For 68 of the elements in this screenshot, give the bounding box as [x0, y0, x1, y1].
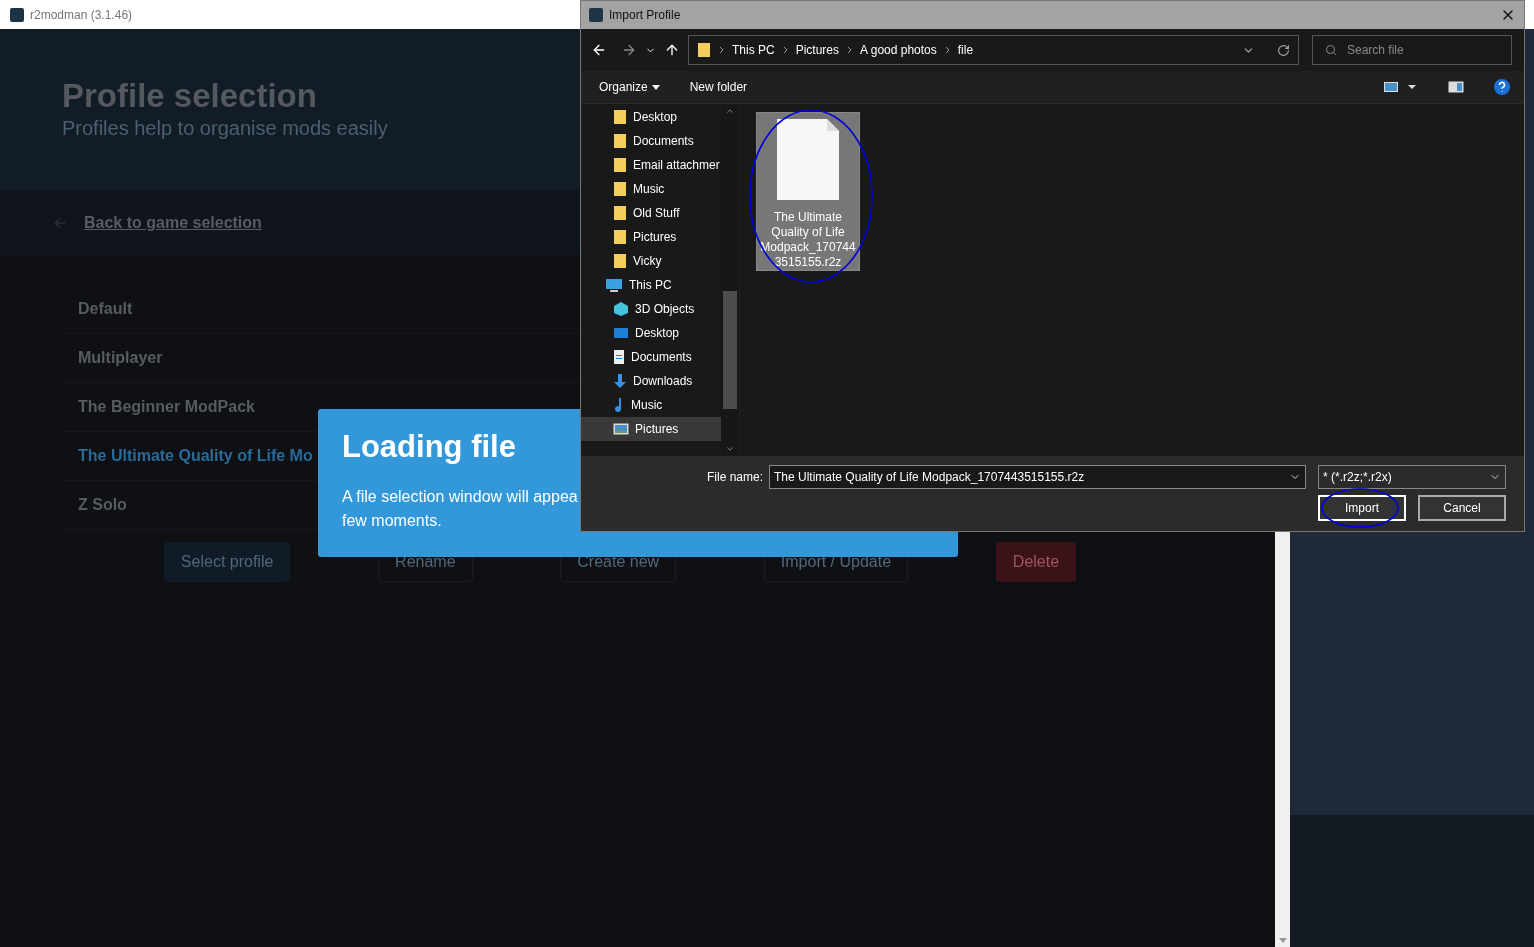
view-options-icon[interactable]	[1384, 81, 1418, 93]
help-icon[interactable]	[1494, 79, 1510, 95]
nav-item[interactable]: Music	[581, 177, 721, 201]
scrollbar-thumb[interactable]	[723, 291, 737, 409]
modal-message: A file selection window will appea few moments.	[342, 487, 578, 531]
forward-icon[interactable]	[621, 42, 637, 58]
folder-icon	[613, 133, 627, 149]
file-name-field[interactable]: The Ultimate Quality of Life Modpack_1707443515155.r2z	[769, 465, 1306, 489]
chevron-icon	[847, 46, 853, 54]
breadcrumb-item[interactable]: This PC	[732, 43, 775, 57]
dialog-button[interactable]: Cancel	[1418, 495, 1506, 521]
computer-icon	[605, 278, 623, 292]
file-name-label: File name:	[706, 470, 763, 484]
back-icon[interactable]	[591, 42, 607, 58]
nav-item[interactable]: Vicky	[581, 249, 721, 273]
nav-item[interactable]: 3D Objects	[581, 297, 721, 321]
pictures-icon	[613, 423, 629, 435]
nav-item[interactable]: Documents	[581, 345, 721, 369]
chevron-icon	[944, 46, 950, 54]
dialog-button[interactable]: Import	[1318, 495, 1406, 521]
address-bar[interactable]: This PC Pictures A good photos file	[688, 35, 1299, 65]
file-tile[interactable]: The Ultimate Quality of Life Modpack_170744 3515155.r2z	[756, 112, 860, 271]
refresh-icon[interactable]	[1277, 43, 1290, 57]
folder-icon	[613, 157, 627, 173]
window-title: r2modman (3.1.46)	[30, 7, 133, 22]
cube-icon	[613, 301, 629, 317]
app-logo-icon	[10, 7, 24, 22]
folder-icon	[613, 109, 627, 125]
nav-item[interactable]: Documents	[581, 129, 721, 153]
app-logo-icon	[589, 8, 603, 22]
folder-icon	[613, 229, 627, 245]
scroll-down-icon[interactable]	[725, 444, 735, 454]
caret-icon	[651, 84, 660, 90]
new-folder-button[interactable]: New folder	[689, 80, 748, 94]
nav-item[interactable]: Pictures	[581, 417, 721, 441]
search-field[interactable]: Search file	[1312, 35, 1512, 65]
page-subheading: Profiles help to organise mods easily	[62, 117, 388, 140]
nav-item[interactable]: Old Stuff	[581, 201, 721, 225]
nav-item[interactable]: Desktop	[581, 105, 721, 129]
desktop-icon	[613, 326, 629, 340]
up-icon[interactable]	[664, 42, 680, 58]
search-icon	[1325, 44, 1337, 56]
dialog-title: Import Profile	[609, 8, 682, 22]
page-heading: Profile selection	[62, 77, 317, 115]
nav-item[interactable]: Music	[581, 393, 721, 417]
preview-pane-icon[interactable]	[1448, 81, 1464, 93]
chevron-icon	[782, 46, 788, 54]
folder-icon	[613, 205, 627, 221]
chevron-icon	[719, 46, 724, 54]
nav-item[interactable]: Desktop	[581, 321, 721, 345]
folder-icon	[697, 42, 711, 58]
file-name: The Ultimate Quality of Life Modpack_170744 3515155.r2z	[760, 210, 856, 270]
nav-item[interactable]: This PC	[581, 273, 721, 297]
nav-item[interactable]: Pictures	[581, 225, 721, 249]
modal-title: Loading file	[342, 429, 516, 465]
download-icon	[613, 373, 627, 389]
breadcrumb-item[interactable]: A good photos	[860, 43, 937, 57]
folder-icon	[613, 181, 627, 197]
organize-button[interactable]: Organize	[599, 80, 660, 94]
file-icon	[777, 119, 839, 200]
folder-icon	[613, 253, 627, 269]
nav-item[interactable]: Email attachmer	[581, 153, 721, 177]
document-icon	[613, 349, 625, 365]
file-type-select[interactable]: * (*.r2z;*.r2x)	[1318, 465, 1506, 489]
scroll-up-icon[interactable]	[725, 106, 735, 116]
breadcrumb-item[interactable]: Pictures	[795, 43, 840, 57]
nav-item[interactable]: Downloads	[581, 369, 721, 393]
breadcrumb-item[interactable]: file	[957, 43, 974, 57]
